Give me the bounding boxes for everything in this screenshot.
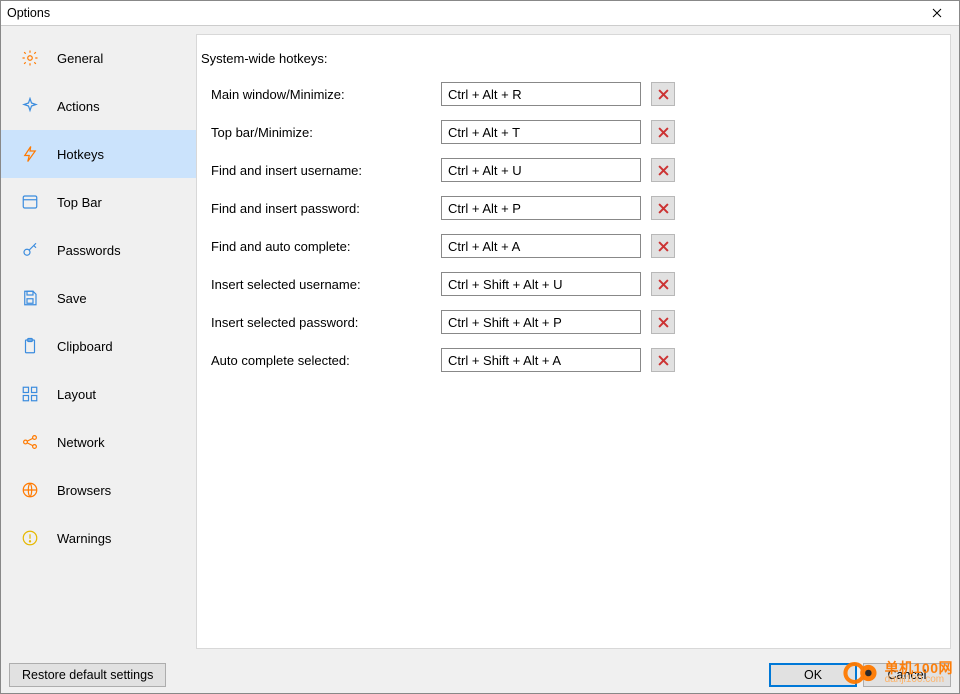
hotkey-row: Find and insert username:: [201, 158, 934, 182]
hotkey-input[interactable]: [441, 310, 641, 334]
hotkey-label: Find and auto complete:: [201, 239, 441, 254]
x-icon: [658, 127, 669, 138]
sidebar-item-label: Warnings: [57, 531, 111, 546]
x-icon: [658, 203, 669, 214]
hotkey-clear-button[interactable]: [651, 348, 675, 372]
x-icon: [658, 317, 669, 328]
options-window: Options General Actions: [0, 0, 960, 694]
sidebar-item-actions[interactable]: Actions: [1, 82, 196, 130]
sidebar-item-label: Top Bar: [57, 195, 102, 210]
gear-icon: [21, 49, 39, 67]
hotkey-clear-button[interactable]: [651, 158, 675, 182]
sparkle-icon: [21, 97, 39, 115]
hotkey-label: Main window/Minimize:: [201, 87, 441, 102]
hotkey-row: Find and auto complete:: [201, 234, 934, 258]
hotkey-label: Top bar/Minimize:: [201, 125, 441, 140]
window-close-button[interactable]: [919, 1, 955, 25]
x-icon: [658, 165, 669, 176]
key-icon: [21, 241, 39, 259]
hotkey-row: Insert selected username:: [201, 272, 934, 296]
section-title: System-wide hotkeys:: [201, 51, 934, 66]
sidebar: General Actions Hotkeys Top Bar: [1, 26, 196, 657]
hotkey-row: Top bar/Minimize:: [201, 120, 934, 144]
grid-icon: [21, 385, 39, 403]
sidebar-item-layout[interactable]: Layout: [1, 370, 196, 418]
hotkey-clear-button[interactable]: [651, 234, 675, 258]
window-title: Options: [7, 6, 919, 20]
hotkey-input[interactable]: [441, 348, 641, 372]
x-icon: [658, 241, 669, 252]
x-icon: [658, 89, 669, 100]
sidebar-item-label: Layout: [57, 387, 96, 402]
ok-button[interactable]: OK: [769, 663, 857, 687]
hotkey-input[interactable]: [441, 82, 641, 106]
sidebar-item-label: Clipboard: [57, 339, 113, 354]
hotkey-label: Auto complete selected:: [201, 353, 441, 368]
sidebar-item-save[interactable]: Save: [1, 274, 196, 322]
dialog-footer: Restore default settings OK Cancel: [1, 657, 959, 693]
topbar-icon: [21, 193, 39, 211]
clipboard-icon: [21, 337, 39, 355]
hotkey-label: Insert selected username:: [201, 277, 441, 292]
main-panel: System-wide hotkeys: Main window/Minimiz…: [196, 34, 951, 649]
close-icon: [932, 8, 942, 18]
hotkeys-list: Main window/Minimize: Top bar/Minimize: Fi…: [201, 82, 934, 372]
restore-defaults-button[interactable]: Restore default settings: [9, 663, 166, 687]
sidebar-item-label: Hotkeys: [57, 147, 104, 162]
hotkey-row: Main window/Minimize:: [201, 82, 934, 106]
hotkey-input[interactable]: [441, 196, 641, 220]
titlebar: Options: [1, 1, 959, 26]
hotkey-input[interactable]: [441, 272, 641, 296]
hotkey-input[interactable]: [441, 120, 641, 144]
share-icon: [21, 433, 39, 451]
sidebar-item-label: General: [57, 51, 103, 66]
hotkey-label: Find and insert username:: [201, 163, 441, 178]
sidebar-item-general[interactable]: General: [1, 34, 196, 82]
hotkey-label: Find and insert password:: [201, 201, 441, 216]
hotkey-label: Insert selected password:: [201, 315, 441, 330]
save-icon: [21, 289, 39, 307]
sidebar-item-browsers[interactable]: Browsers: [1, 466, 196, 514]
hotkey-row: Auto complete selected:: [201, 348, 934, 372]
sidebar-item-label: Actions: [57, 99, 100, 114]
sidebar-item-label: Network: [57, 435, 105, 450]
sidebar-item-label: Browsers: [57, 483, 111, 498]
sidebar-item-topbar[interactable]: Top Bar: [1, 178, 196, 226]
hotkey-clear-button[interactable]: [651, 196, 675, 220]
warning-icon: [21, 529, 39, 547]
sidebar-item-passwords[interactable]: Passwords: [1, 226, 196, 274]
sidebar-item-warnings[interactable]: Warnings: [1, 514, 196, 562]
sidebar-item-hotkeys[interactable]: Hotkeys: [1, 130, 196, 178]
dialog-body: General Actions Hotkeys Top Bar: [1, 26, 959, 657]
hotkey-clear-button[interactable]: [651, 272, 675, 296]
hotkey-clear-button[interactable]: [651, 82, 675, 106]
hotkey-input[interactable]: [441, 234, 641, 258]
hotkey-clear-button[interactable]: [651, 120, 675, 144]
sidebar-item-clipboard[interactable]: Clipboard: [1, 322, 196, 370]
x-icon: [658, 279, 669, 290]
x-icon: [658, 355, 669, 366]
lightning-icon: [21, 145, 39, 163]
sidebar-item-label: Passwords: [57, 243, 121, 258]
hotkey-input[interactable]: [441, 158, 641, 182]
hotkey-row: Insert selected password:: [201, 310, 934, 334]
sidebar-item-label: Save: [57, 291, 87, 306]
globe-icon: [21, 481, 39, 499]
cancel-button[interactable]: Cancel: [863, 663, 951, 687]
hotkey-row: Find and insert password:: [201, 196, 934, 220]
hotkey-clear-button[interactable]: [651, 310, 675, 334]
sidebar-item-network[interactable]: Network: [1, 418, 196, 466]
